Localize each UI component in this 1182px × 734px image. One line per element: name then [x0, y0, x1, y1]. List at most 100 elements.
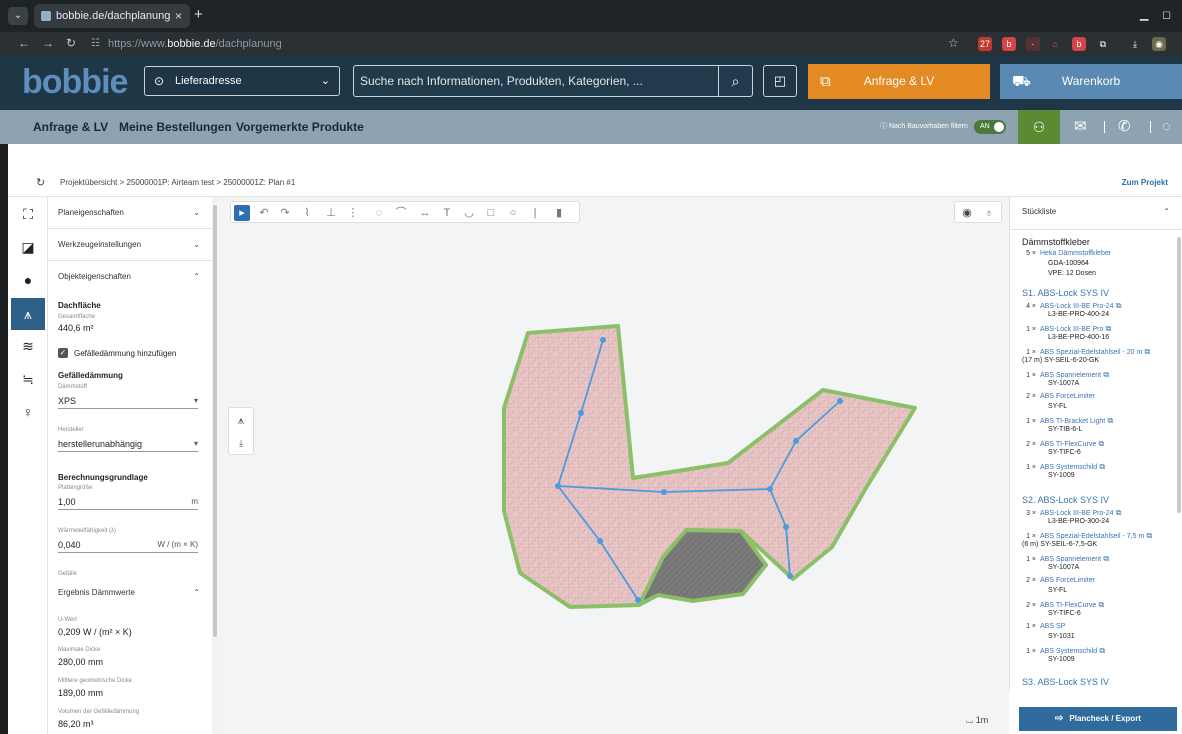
list-item[interactable]: 1 × ABS-Lock III-BE Pro ⧉	[1022, 324, 1111, 334]
site-header: bobbie ⊙ Lieferadresse ⌄ ⌕ ◰ ⧉ Anfrage &…	[0, 56, 1182, 110]
browser-addressbar: ← → ↻ ☷ https://www.bobbie.de/dachplanung…	[0, 32, 1182, 56]
shopping-bag-icon[interactable]: ◰	[763, 65, 797, 97]
anfrage-lv-button[interactable]: ⧉ Anfrage & LV	[808, 64, 990, 99]
bookmark-star-icon[interactable]: ☆	[948, 36, 959, 50]
plancheck-export-button[interactable]: ⇨ Plancheck / Export	[1019, 707, 1177, 731]
download-icon[interactable]: ⤓	[1128, 37, 1142, 51]
accordion-ergebnis-daemmwerte[interactable]: Ergebnis Dämmwerte ⌃	[48, 577, 212, 609]
user-account-icon[interactable]: ⚇	[1018, 110, 1060, 144]
hersteller-label: Hersteller	[58, 427, 84, 433]
external-link-icon[interactable]: ⧉	[1096, 600, 1105, 609]
external-link-icon[interactable]: ⧉	[1103, 324, 1112, 333]
hersteller-select[interactable]: herstellerunabhängig ▾	[58, 436, 198, 452]
back-icon[interactable]: ←	[18, 36, 30, 50]
accordion-werkzeugeinstellungen[interactable]: Werkzeugeinstellungen ⌄	[48, 229, 212, 261]
wind-load-icon[interactable]: ≒	[18, 369, 38, 389]
search-icon[interactable]: ⌕	[718, 66, 752, 96]
list-item[interactable]: 1 × ABS Spannelement ⧉	[1022, 554, 1109, 564]
external-link-icon[interactable]: ⧉	[1101, 370, 1109, 379]
list-item[interactable]: 3 × ABS-Lock III-BE Pro-24 ⧉	[1022, 508, 1121, 518]
maximize-icon[interactable]: ◻	[1162, 8, 1171, 21]
delivery-address-select[interactable]: ⊙ Lieferadresse ⌄	[144, 66, 340, 96]
breadcrumb-projects[interactable]: Projektübersicht	[60, 178, 117, 187]
copy-document-icon: ⧉	[820, 73, 831, 90]
list-item[interactable]: 1 × ABS Systemschild ⧉	[1022, 462, 1105, 472]
external-link-icon[interactable]: ⧉	[1105, 416, 1113, 425]
to-project-link[interactable]: Zum Projekt	[1122, 178, 1168, 187]
layers-icon[interactable]: ≋	[18, 336, 38, 356]
search-input[interactable]	[354, 66, 720, 96]
roof-area-tool-icon[interactable]: ◪	[18, 237, 38, 257]
extension-b-icon[interactable]: b	[1072, 37, 1086, 51]
chevron-up-icon[interactable]: ⌃	[1163, 207, 1170, 216]
list-item[interactable]: 1 × ABS TI-Bracket Light ⧉	[1022, 416, 1113, 426]
subnav-meine-bestellungen[interactable]: Meine Bestellungen	[119, 110, 232, 144]
external-link-icon[interactable]: ⧉	[1097, 646, 1105, 655]
list-item[interactable]: 2 × ABS TI-FlexCurve ⧉	[1022, 600, 1104, 610]
tab-close-icon[interactable]: ×	[175, 4, 182, 28]
extension-home-icon[interactable]: ⌂	[1048, 37, 1062, 51]
drawing-canvas[interactable]: ▸ ↶ ↷ ⌇ ⊥ ⋮ ◌ ⌒ ↔ T ◡ □ ○ | ▮ ◉ ♁ ⩚ ⤓ ⌴ …	[218, 197, 1009, 734]
url-field[interactable]: ☷ https://www.bobbie.de/dachplanung	[88, 35, 940, 53]
group-s1[interactable]: S1. ABS-Lock SYS IV	[1022, 288, 1109, 298]
minimize-icon[interactable]: ▁	[1140, 8, 1148, 21]
list-item[interactable]: 2 × ABS TI-FlexCurve ⧉	[1022, 439, 1104, 449]
list-item[interactable]: 1 × ABS Systemschild ⧉	[1022, 646, 1105, 656]
list-item[interactable]: 1 × ABS Spezial-Edelstahlseil - 7,5 m ⧉	[1022, 531, 1152, 541]
list-item[interactable]: 1 × ABS Spezial-Edelstahlseil - 20 m ⧉	[1022, 347, 1150, 357]
external-link-icon[interactable]: ⧉	[1142, 347, 1151, 356]
whatsapp-icon[interactable]: ◌	[1162, 110, 1171, 144]
breadcrumb-project[interactable]: 25000001P: Airteam test	[127, 178, 215, 187]
stueckliste-scrollbar[interactable]	[1177, 237, 1181, 513]
volumen-label: Volumen der Gefälledämmung	[58, 709, 140, 715]
extension-pdf-icon[interactable]: b	[1002, 37, 1016, 51]
location-marker-icon[interactable]: ♀	[18, 402, 38, 422]
subnav-vorgemerkte-produkte[interactable]: Vorgemerkte Produkte	[236, 110, 364, 144]
list-item[interactable]: 2 × ABS ForceLimiter	[1022, 577, 1095, 584]
list-item[interactable]: 5 × Heka Dämmstoffkleber	[1022, 250, 1111, 257]
list-item[interactable]: 2 × ABS ForceLimiter	[1022, 393, 1095, 400]
delivery-address-label: Lieferadresse	[175, 75, 242, 87]
new-tab-icon[interactable]: +	[194, 6, 203, 23]
drainage-drop-icon[interactable]: ●	[18, 270, 38, 290]
waermeleit-input[interactable]: 0,040 W / (m × K)	[58, 537, 198, 553]
article-number: SY-TIFC-6	[1048, 610, 1081, 617]
subnav-anfrage-lv[interactable]: Anfrage & LV	[33, 110, 108, 144]
accordion-objekteigenschaften[interactable]: Objekteigenschaften ⌃	[48, 261, 212, 293]
insulation-tool-icon[interactable]: ⩚	[11, 298, 45, 330]
accordion-planeigenschaften[interactable]: Planeigenschaften ⌄	[48, 197, 212, 229]
external-link-icon[interactable]: ⧉	[1114, 508, 1122, 517]
refresh-icon[interactable]: ↻	[36, 176, 45, 189]
bobbie-logo[interactable]: bobbie	[22, 63, 128, 102]
extension-calendar-icon[interactable]: 27	[978, 37, 992, 51]
list-item[interactable]: 1 × ABS SP	[1022, 623, 1065, 630]
group-s3[interactable]: S3. ABS-Lock SYS IV	[1022, 677, 1109, 687]
list-item[interactable]: 1 × ABS Spannelement ⧉	[1022, 370, 1109, 380]
plattengroesse-input[interactable]: 1,00 m	[58, 494, 198, 510]
tab-menu-chevron-icon[interactable]: ⌄	[8, 7, 28, 25]
site-info-icon[interactable]: ☷	[91, 35, 100, 53]
forward-icon[interactable]: →	[42, 36, 54, 50]
list-item[interactable]: 4 × ABS-Lock III-BE Pro-24 ⧉	[1022, 301, 1121, 311]
group-s2[interactable]: S2. ABS-Lock SYS IV	[1022, 495, 1109, 505]
extension-dot-icon[interactable]: ·	[1026, 37, 1040, 51]
chevron-up-icon: ⌃	[193, 272, 200, 281]
phone-icon[interactable]: ✆	[1118, 110, 1131, 144]
map-pin-tool-icon[interactable]: ⛶	[18, 204, 38, 224]
extensions-puzzle-icon[interactable]: ⧉	[1096, 37, 1110, 51]
daemmstoff-select[interactable]: XPS ▾	[58, 393, 198, 409]
mail-icon[interactable]: ✉	[1074, 110, 1087, 144]
roof-plan-drawing[interactable]	[218, 197, 1009, 734]
external-link-icon[interactable]: ⧉	[1097, 462, 1105, 471]
gefaelle-checkbox[interactable]: ✓	[58, 348, 68, 358]
external-link-icon[interactable]: ⧉	[1096, 439, 1105, 448]
project-filter-toggle[interactable]: AN	[974, 120, 1006, 134]
cart-button[interactable]: ⛟ Warenkorb	[1000, 64, 1182, 99]
external-link-icon[interactable]: ⧉	[1114, 301, 1122, 310]
article-number: L3-BE-PRO-300-24	[1048, 518, 1110, 525]
external-link-icon[interactable]: ⧉	[1101, 554, 1109, 563]
reload-icon[interactable]: ↻	[66, 36, 76, 50]
external-link-icon[interactable]: ⧉	[1144, 531, 1153, 540]
profile-avatar-icon[interactable]: ◉	[1152, 37, 1166, 51]
browser-tab[interactable]: bobbie.de/dachplanung ×	[34, 4, 190, 28]
